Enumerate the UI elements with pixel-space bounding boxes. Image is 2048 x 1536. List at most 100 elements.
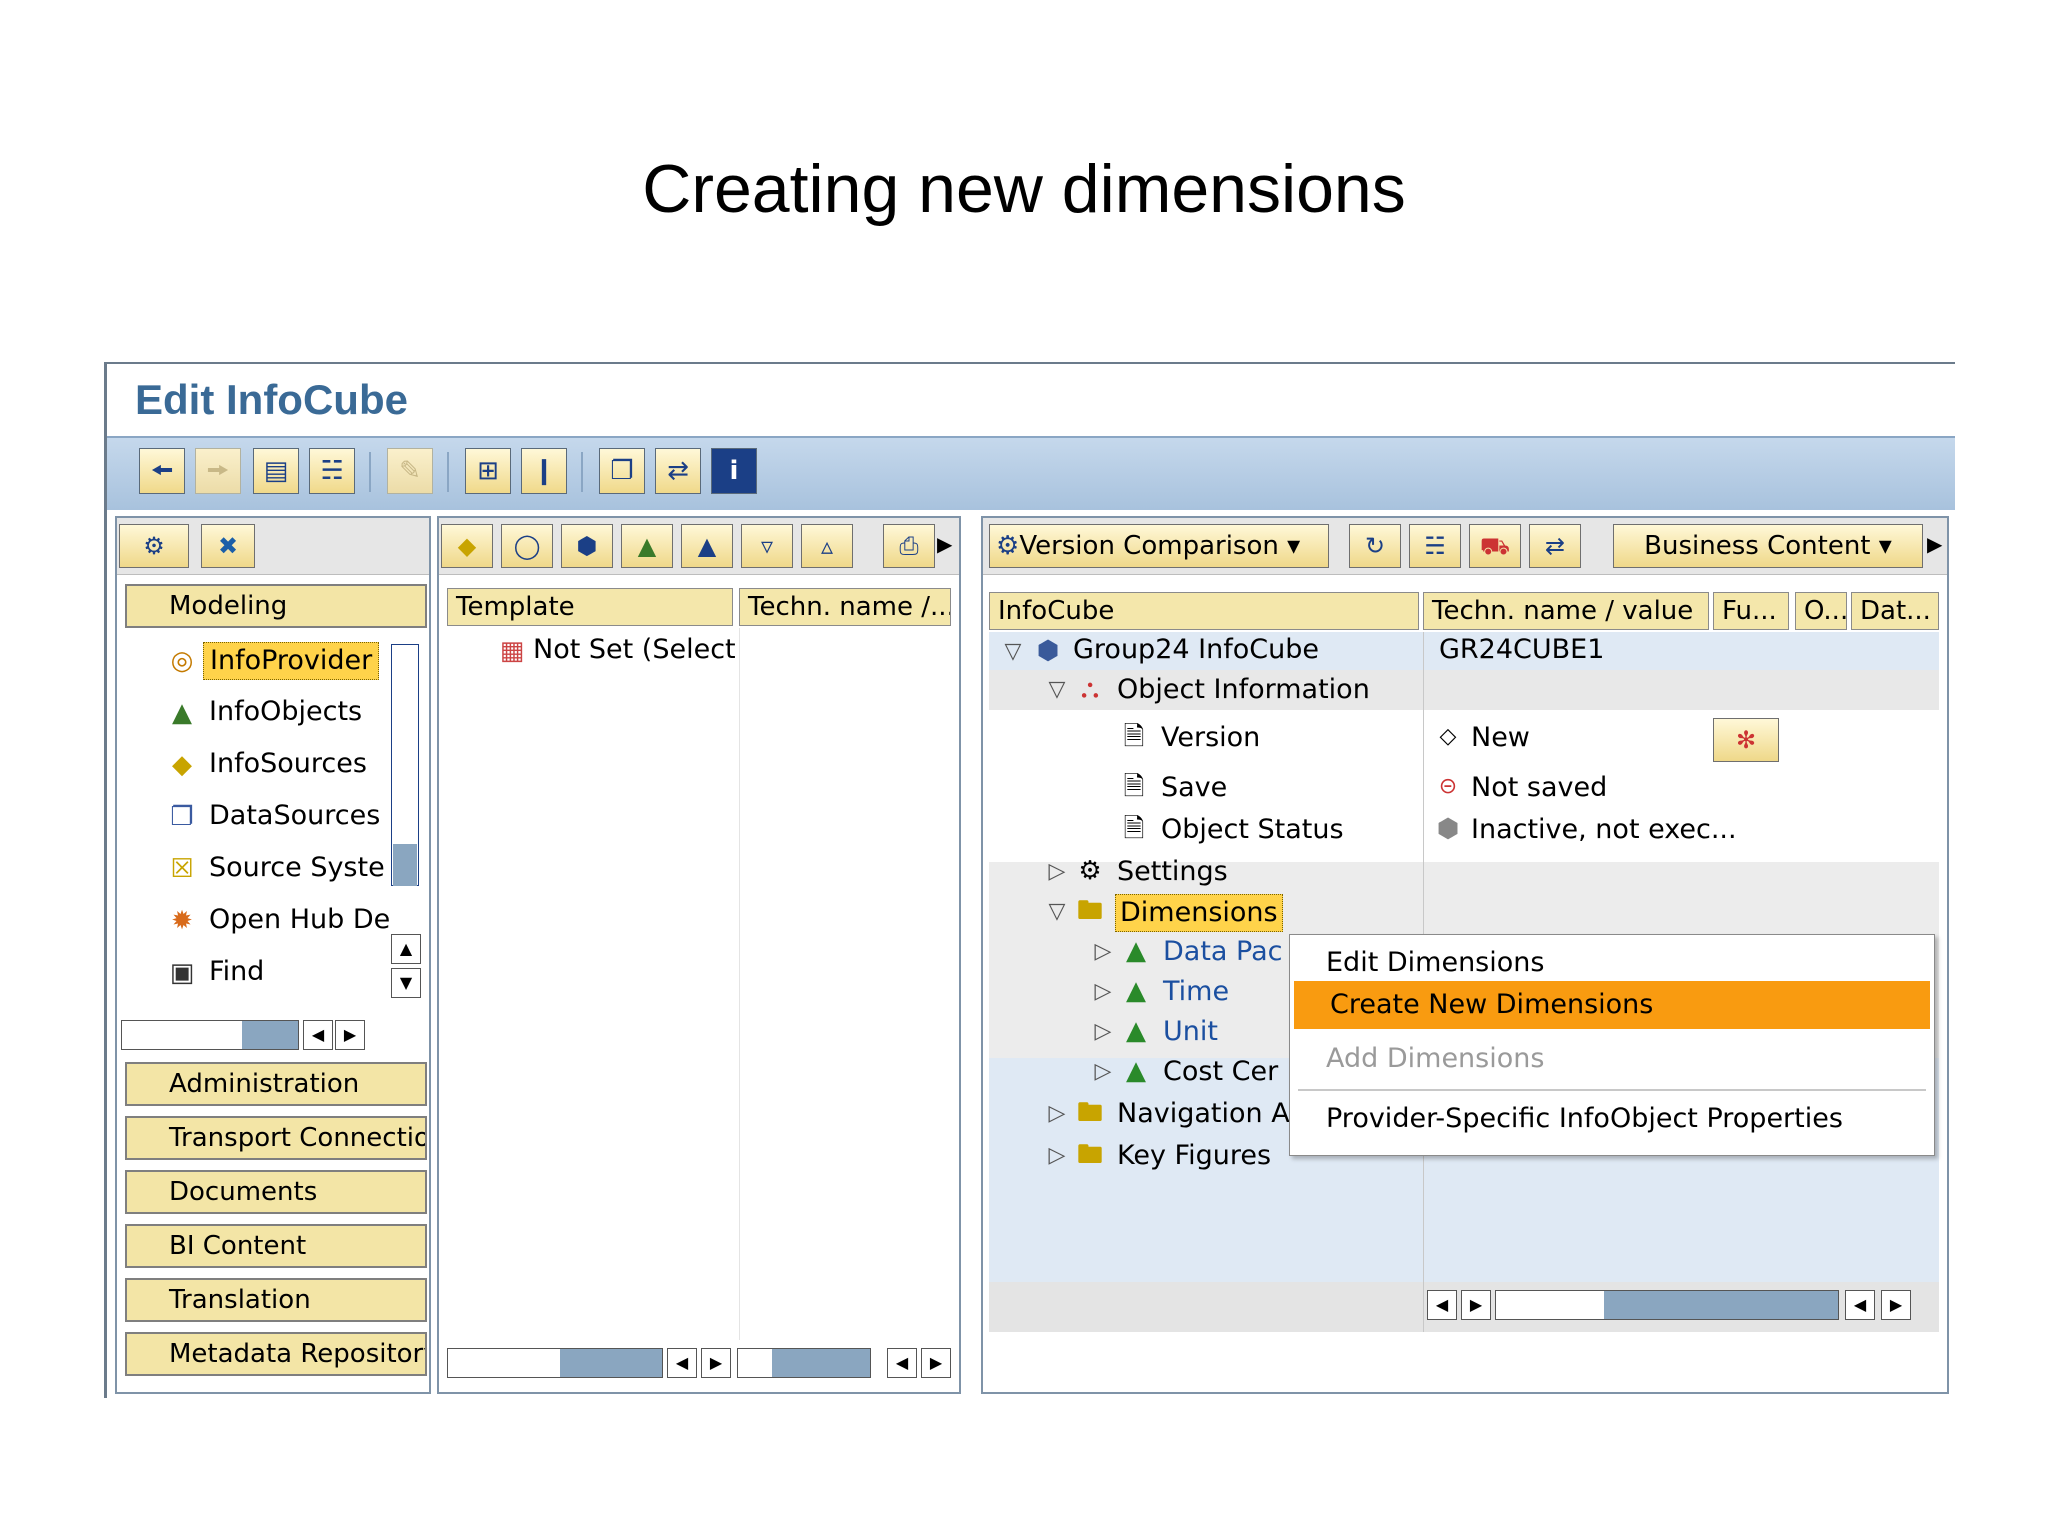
tree-node-data-package[interactable]: Data Pac [1163, 934, 1283, 970]
tree-item-open-hub[interactable]: Open Hub De [209, 902, 390, 938]
edit-pencil-icon[interactable]: ✎ [387, 448, 433, 494]
scroll-right-icon[interactable]: ▶ [1881, 1290, 1911, 1320]
bi-content-button[interactable]: BI Content [125, 1224, 427, 1268]
collapse-icon[interactable]: ▵ [801, 524, 853, 568]
copy-icon[interactable]: ❐ [599, 448, 645, 494]
hierarchy-tree-icon[interactable]: ☵ [309, 448, 355, 494]
expand-icon[interactable]: ▿ [741, 524, 793, 568]
tree-node-unit[interactable]: Unit [1163, 1014, 1218, 1050]
translation-button[interactable]: Translation [125, 1278, 427, 1322]
scroll-left-icon[interactable]: ◀ [667, 1348, 697, 1378]
more-toolbar-icon[interactable]: ▶ [1927, 532, 1942, 556]
expand-triangle-icon[interactable]: ▷ [1091, 934, 1115, 970]
slide-title: Creating new dimensions [642, 151, 1406, 227]
column-techn-name-value[interactable]: Techn. name / value [1423, 592, 1709, 630]
scroll-down-icon[interactable]: ▼ [391, 968, 421, 998]
expand-triangle-icon[interactable]: ▷ [1045, 1138, 1069, 1174]
expand-triangle-icon[interactable]: ▷ [1045, 1096, 1069, 1132]
tree-item-datasources[interactable]: DataSources [209, 798, 380, 834]
right-hscroll[interactable] [1495, 1290, 1839, 1320]
close-icon[interactable]: ✖ [201, 524, 255, 568]
transfer-icon[interactable]: ⇄ [655, 448, 701, 494]
arrows-icon[interactable]: ⇄ [1529, 524, 1581, 568]
business-content-button[interactable]: Business Content ▾ [1613, 524, 1923, 568]
settings-icon[interactable]: ⚙ [119, 524, 189, 568]
tree-node-navigation-attributes[interactable]: Navigation A [1117, 1096, 1290, 1132]
column-template[interactable]: Template [447, 588, 733, 626]
scroll-left-icon[interactable]: ◀ [1845, 1290, 1875, 1320]
left-navigation-panel: ⚙ ✖ Modeling ◎ InfoProvider ▲ InfoObject… [115, 516, 431, 1394]
modeling-button[interactable]: Modeling [125, 584, 427, 628]
scroll-left-icon[interactable]: ◀ [887, 1348, 917, 1378]
tree-node-object-information[interactable]: Object Information [1117, 672, 1370, 708]
tree-item-find[interactable]: Find [209, 954, 264, 990]
documents-button[interactable]: Documents [125, 1170, 427, 1214]
folder-icon: 🖿 [1076, 1140, 1103, 1170]
back-arrow-icon[interactable]: 🠘 [139, 448, 185, 494]
tree-node-infocube[interactable]: Group24 InfoCube [1073, 632, 1319, 668]
forward-arrow-icon[interactable]: 🠚 [195, 448, 241, 494]
expand-triangle-icon[interactable]: ▷ [1091, 1054, 1115, 1090]
collapse-triangle-icon[interactable]: ▽ [1045, 894, 1069, 930]
metadata-repository-button[interactable]: Metadata Repository [125, 1332, 427, 1376]
scroll-right-icon[interactable]: ▶ [921, 1348, 951, 1378]
menu-edit-dimensions[interactable]: Edit Dimensions [1290, 939, 1934, 987]
column-dat[interactable]: Dat... [1851, 592, 1939, 630]
menu-create-new-dimensions[interactable]: Create New Dimensions [1294, 981, 1930, 1029]
column-fu[interactable]: Fu... [1713, 592, 1789, 630]
activate-icon[interactable]: ❙ [521, 448, 567, 494]
tree-node-save[interactable]: Save [1161, 770, 1227, 806]
transport-connection-button[interactable]: Transport Connectio [125, 1116, 427, 1160]
infoset-icon[interactable]: ▲ [681, 524, 733, 568]
expand-triangle-icon[interactable]: ▷ [1091, 1014, 1115, 1050]
scroll-left-icon[interactable]: ◀ [1427, 1290, 1457, 1320]
tree-item-infosources[interactable]: InfoSources [209, 746, 367, 782]
multiprovider-icon[interactable]: ▲ [621, 524, 673, 568]
scroll-right-icon[interactable]: ▶ [1461, 1290, 1491, 1320]
template-row[interactable]: Not Set (Select u [533, 632, 737, 668]
tree-item-infoobjects[interactable]: InfoObjects [209, 694, 362, 730]
scroll-left-icon[interactable]: ◀ [303, 1020, 333, 1050]
transport-truck-icon[interactable]: ⛟ [1469, 524, 1521, 568]
tree-node-version[interactable]: Version [1161, 720, 1260, 756]
print-icon[interactable]: ⎙ [883, 524, 935, 568]
tree-node-settings[interactable]: Settings [1117, 854, 1228, 890]
more-toolbar-icon[interactable]: ▶ [937, 532, 952, 556]
tree-node-time[interactable]: Time [1163, 974, 1229, 1010]
scroll-up-icon[interactable]: ▲ [391, 934, 421, 964]
tree-item-source-systems[interactable]: Source Syste [209, 850, 385, 886]
column-techn-name[interactable]: Techn. name /... [739, 588, 951, 626]
left-vscroll-thumb[interactable] [393, 844, 417, 886]
info-icon[interactable]: i [711, 448, 757, 494]
middle-hscroll-1[interactable] [447, 1348, 663, 1378]
infocube-tool-icon[interactable]: ⬢ [561, 524, 613, 568]
scroll-right-icon[interactable]: ▶ [335, 1020, 365, 1050]
compare-icon: ⚙ [996, 531, 1020, 561]
database-icon[interactable]: ◯ [501, 524, 553, 568]
tree-node-object-status[interactable]: Object Status [1161, 812, 1344, 848]
infosource-tool-icon[interactable]: ◆ [441, 524, 493, 568]
expand-triangle-icon[interactable]: ▷ [1045, 854, 1069, 890]
scroll-right-icon[interactable]: ▶ [701, 1348, 731, 1378]
collapse-triangle-icon[interactable]: ▽ [1001, 634, 1025, 670]
tree-node-key-figures[interactable]: Key Figures [1117, 1138, 1271, 1174]
document-icon: 🗎 [1123, 814, 1145, 844]
administration-button[interactable]: Administration [125, 1062, 427, 1106]
column-o[interactable]: O... [1795, 592, 1847, 630]
middle-hscroll-2[interactable] [737, 1348, 871, 1378]
tree-structure-icon[interactable]: ☵ [1409, 524, 1461, 568]
object-info-icon: ⛬ [1080, 674, 1100, 704]
expand-triangle-icon[interactable]: ▷ [1091, 974, 1115, 1010]
refresh-icon[interactable]: ↻ [1349, 524, 1401, 568]
version-comparison-button[interactable]: ⚙Version Comparison ▾ [989, 524, 1329, 568]
version-action-button[interactable]: ✻ [1713, 718, 1779, 762]
list-view-icon[interactable]: ▤ [253, 448, 299, 494]
tree-item-infoprovider[interactable]: InfoProvider [203, 642, 380, 680]
column-infocube[interactable]: InfoCube [989, 592, 1419, 630]
check-objects-icon[interactable]: ⊞ [465, 448, 511, 494]
left-hscroll[interactable] [121, 1020, 299, 1050]
menu-provider-specific-properties[interactable]: Provider-Specific InfoObject Properties [1290, 1095, 1934, 1143]
collapse-triangle-icon[interactable]: ▽ [1045, 672, 1069, 708]
tree-node-dimensions[interactable]: Dimensions [1115, 894, 1283, 932]
tree-node-cost-center[interactable]: Cost Cer [1163, 1054, 1278, 1090]
